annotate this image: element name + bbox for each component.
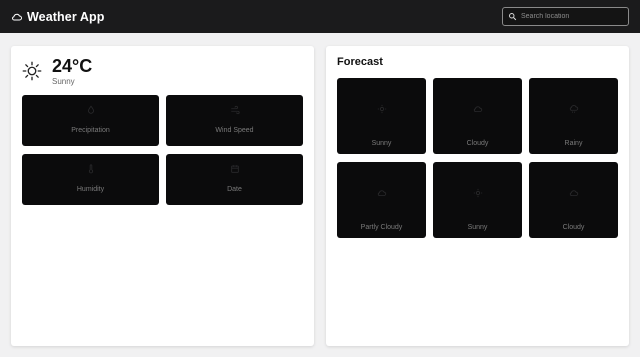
stat-tile-precipitation: Precipitation: [22, 95, 159, 146]
search-icon: [508, 12, 517, 21]
calendar-icon: [230, 164, 240, 174]
forecast-tile: Cloudy: [529, 162, 618, 238]
stat-label: Date: [227, 186, 242, 193]
search-box[interactable]: [502, 7, 629, 26]
app-title: Weather App: [27, 9, 105, 24]
cloud-icon: [11, 11, 23, 23]
forecast-label: Cloudy: [466, 140, 489, 147]
search-input[interactable]: [521, 13, 621, 20]
forecast-tile: Sunny: [337, 78, 426, 154]
thermometer-icon: [86, 164, 96, 174]
stat-tile-wind-speed: Wind Speed: [166, 95, 303, 146]
current-condition: Sunny: [52, 77, 75, 86]
forecast-tile: Cloudy: [433, 78, 522, 154]
rain-cloud-icon: [569, 104, 579, 114]
forecast-label: Sunny: [371, 140, 392, 147]
wind-icon: [230, 105, 240, 115]
forecast-tile: Partly Cloudy: [337, 162, 426, 238]
stat-tile-date: Date: [166, 154, 303, 205]
forecast-tile: Sunny: [433, 162, 522, 238]
current-temperature: 24°C: [52, 56, 93, 76]
forecast-label: Sunny: [467, 224, 488, 231]
top-bar: Weather App: [0, 0, 640, 33]
brand: Weather App: [11, 10, 105, 24]
current-summary: 24°C Sunny: [22, 56, 92, 86]
current-weather-card: 24°C Sunny Precipitation Wind Speed Humi…: [11, 46, 314, 346]
forecast-tile: Rainy: [529, 78, 618, 154]
droplet-icon: [86, 105, 96, 115]
stat-label: Humidity: [76, 186, 105, 193]
cloud-icon: [569, 188, 579, 198]
sun-icon: [22, 61, 42, 81]
cloud-icon: [377, 188, 387, 198]
cloud-icon: [473, 104, 483, 114]
sun-icon: [473, 188, 483, 198]
forecast-card: Forecast Sunny Cloudy Rainy Partly Cloud…: [326, 46, 629, 346]
stat-label: Wind Speed: [215, 127, 254, 134]
stat-label: Precipitation: [71, 127, 110, 134]
forecast-label: Partly Cloudy: [360, 224, 403, 231]
forecast-label: Rainy: [564, 140, 583, 147]
forecast-label: Cloudy: [562, 224, 585, 231]
forecast-title: Forecast: [337, 56, 383, 68]
sun-icon: [377, 104, 387, 114]
stat-tile-humidity: Humidity: [22, 154, 159, 205]
